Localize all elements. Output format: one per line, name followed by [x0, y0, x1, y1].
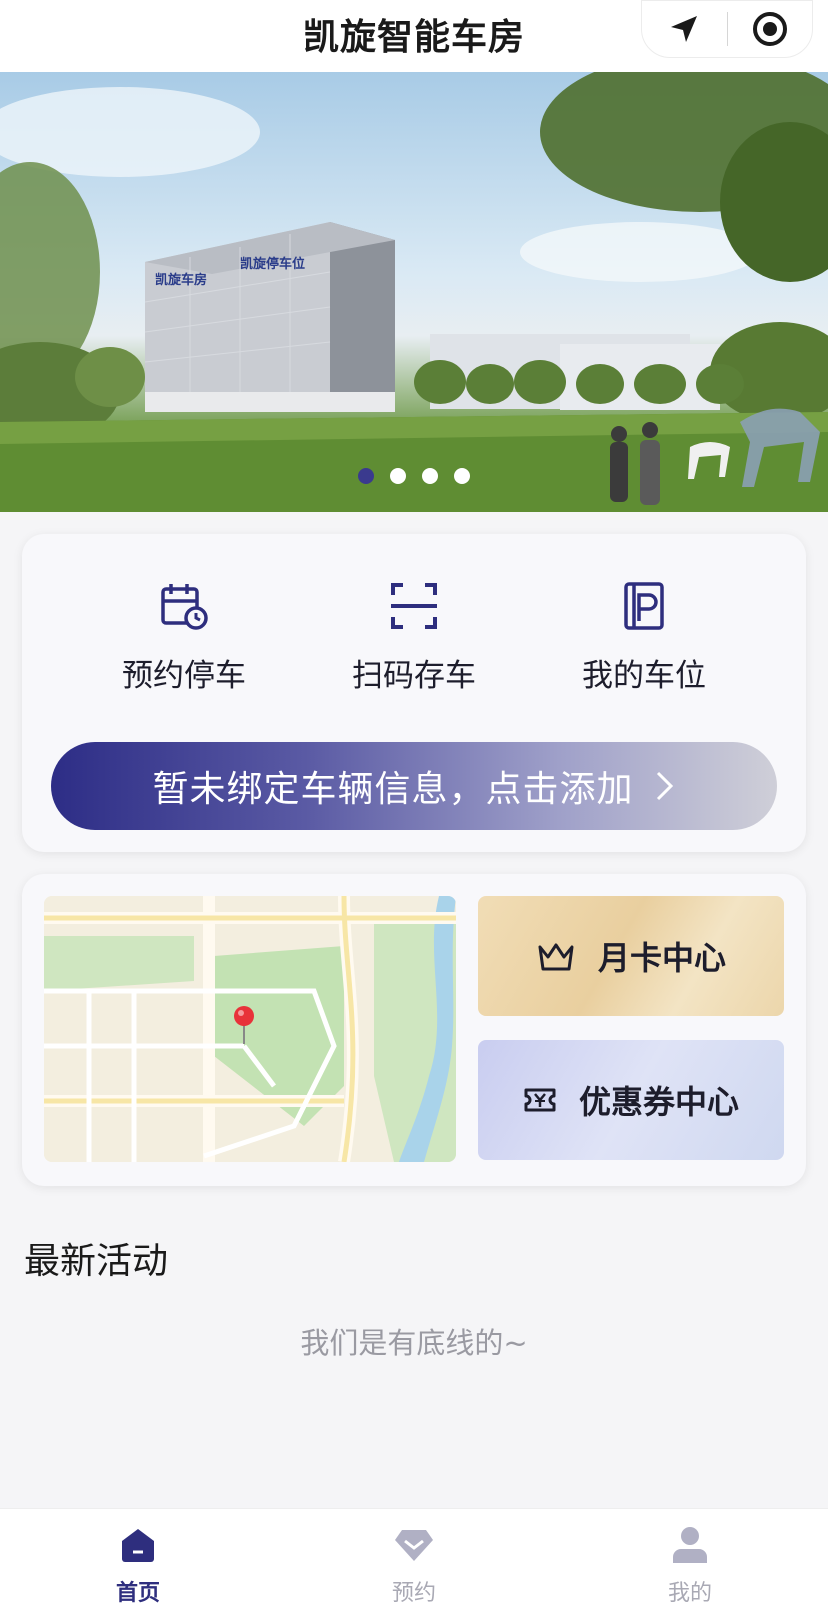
chevron-right-icon — [656, 771, 673, 801]
coupon-center-label: 优惠券中心 — [578, 1083, 739, 1121]
banner-image: 凯旋车房 凯旋停车位 — [0, 72, 828, 512]
quick-action-label: 我的车位 — [582, 658, 706, 694]
scan-park-button[interactable]: 扫码存车 — [314, 578, 514, 695]
quick-actions-card: 预约停车 扫码存车 我的车位 暂未绑定车辆信息，点击添加 — [22, 534, 806, 852]
mini-program-capsule — [641, 0, 813, 58]
carousel-dot[interactable] — [422, 468, 438, 484]
tab-mine[interactable]: 我的 — [620, 1523, 760, 1607]
banner-carousel[interactable]: 凯旋车房 凯旋停车位 — [0, 72, 828, 512]
map-image — [44, 896, 456, 1162]
nav-bar: 凯旋智能车房 — [0, 0, 828, 72]
carousel-dot[interactable] — [454, 468, 470, 484]
close-button[interactable] — [728, 0, 813, 58]
bind-vehicle-button[interactable]: 暂未绑定车辆信息，点击添加 — [51, 742, 777, 830]
services-card: 月卡中心 优惠券中心 — [22, 874, 806, 1186]
diamond-icon — [395, 1530, 433, 1561]
quick-action-label: 预约停车 — [122, 658, 246, 694]
parking-flag-icon — [624, 582, 664, 630]
carousel-dot[interactable] — [390, 468, 406, 484]
yen-ticket-icon — [524, 1088, 556, 1112]
location-arrow-icon — [671, 16, 698, 42]
end-of-list-tip: 我们是有底线的~ — [300, 1326, 528, 1360]
bottom-tab-bar: 首页 预约 我的 — [0, 1508, 828, 1609]
month-card-label: 月卡中心 — [597, 939, 726, 977]
tab-reserve[interactable]: 预约 — [344, 1523, 484, 1607]
my-parking-space-button[interactable]: 我的车位 — [544, 578, 744, 695]
coupon-center-button[interactable]: 优惠券中心 — [478, 1040, 784, 1160]
latest-activities-title: 最新活动 — [24, 1241, 169, 1282]
tab-label: 预约 — [391, 1581, 436, 1606]
bind-vehicle-label: 暂未绑定车辆信息，点击添加 — [152, 769, 634, 810]
tab-home[interactable]: 首页 — [68, 1523, 208, 1607]
carousel-dot[interactable] — [358, 468, 374, 484]
location-button[interactable] — [642, 0, 727, 58]
parking-map[interactable] — [44, 896, 456, 1162]
tab-label: 我的 — [667, 1581, 712, 1606]
user-icon — [673, 1527, 707, 1563]
reserve-parking-button[interactable]: 预约停车 — [84, 578, 284, 695]
carousel-indicator — [0, 468, 828, 484]
calendar-clock-icon — [161, 584, 208, 630]
crown-icon — [538, 943, 574, 971]
building-sign-right: 凯旋停车位 — [240, 256, 305, 271]
quick-action-label: 扫码存车 — [352, 658, 476, 694]
scan-icon — [391, 583, 437, 629]
home-icon — [122, 1529, 154, 1562]
building-sign-left: 凯旋车房 — [155, 272, 207, 287]
month-card-center-button[interactable]: 月卡中心 — [478, 896, 784, 1016]
target-circle-icon — [752, 12, 787, 46]
tab-label: 首页 — [115, 1581, 160, 1606]
